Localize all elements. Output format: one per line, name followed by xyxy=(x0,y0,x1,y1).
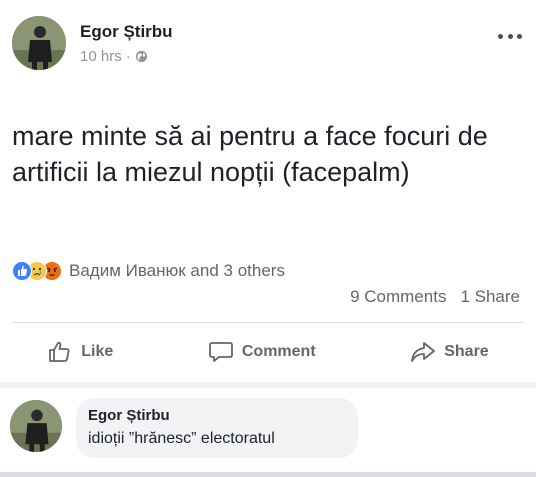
share-icon xyxy=(411,342,436,362)
comment-icon xyxy=(208,342,233,362)
author-avatar[interactable] xyxy=(12,16,66,70)
author-name[interactable]: Egor Știrbu xyxy=(80,22,173,42)
share-button[interactable]: Share xyxy=(410,340,489,364)
like-label: Like xyxy=(81,343,114,360)
share-label: Share xyxy=(444,343,489,360)
post-time[interactable]: 10 hrs xyxy=(80,48,122,65)
reactions-summary[interactable]: Вадим Иванюк and 3 others xyxy=(12,258,285,284)
reactions-names[interactable]: Вадим Иванюк and 3 others xyxy=(69,261,285,281)
section-separator xyxy=(0,382,536,388)
meta-separator: · xyxy=(125,48,131,65)
more-options-button[interactable] xyxy=(498,30,522,42)
more-dots-icon xyxy=(498,33,503,39)
comment-button[interactable]: Comment xyxy=(208,340,316,364)
post-actions: Like Comment Share xyxy=(0,332,536,372)
like-reaction-icon xyxy=(12,261,32,281)
engagement-counts: 9 Comments 1 Share xyxy=(350,287,520,307)
bottom-divider xyxy=(0,472,536,477)
divider xyxy=(12,322,524,323)
comments-count[interactable]: 9 Comments xyxy=(350,287,446,307)
thumbs-up-icon xyxy=(49,341,70,362)
comment-author[interactable]: Egor Știrbu xyxy=(88,407,346,424)
post-header: Egor Știrbu 10 hrs · xyxy=(0,0,536,88)
globe-icon xyxy=(135,50,148,63)
comment-bubble[interactable]: Egor Știrbu idioții ”hrănesc” electoratu… xyxy=(76,398,358,458)
post-meta: 10 hrs · xyxy=(80,48,148,65)
commenter-avatar[interactable] xyxy=(10,400,62,452)
like-button[interactable]: Like xyxy=(47,340,113,364)
shares-count[interactable]: 1 Share xyxy=(460,287,520,307)
comment-text: idioții ”hrănesc” electoratul xyxy=(88,430,275,447)
comment-item: Egor Știrbu idioții ”hrănesc” electoratu… xyxy=(0,392,536,472)
post-text: mare minte să ai pentru a face focuri de… xyxy=(12,121,488,187)
comment-label: Comment xyxy=(241,343,316,360)
